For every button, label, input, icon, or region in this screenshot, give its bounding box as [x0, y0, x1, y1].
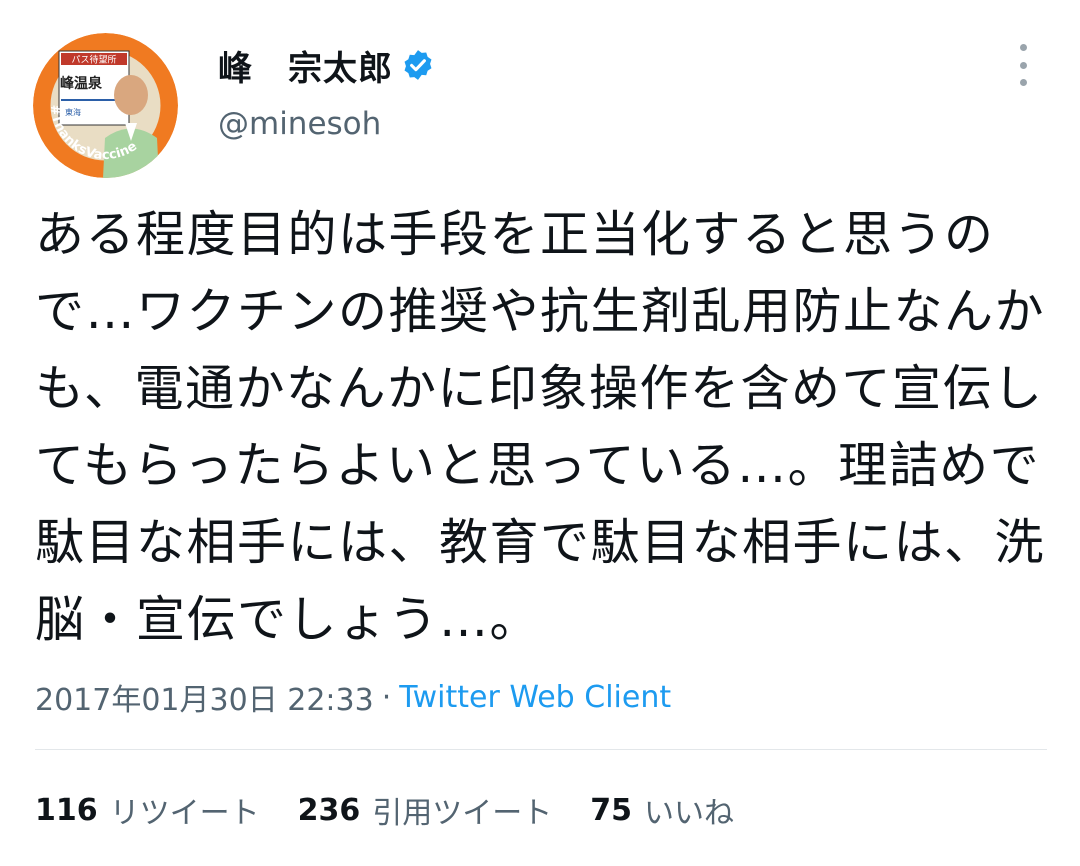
- tweet-client-link[interactable]: Twitter Web Client: [399, 680, 671, 715]
- quotes-count: 236: [297, 792, 361, 828]
- verified-badge-icon: [401, 48, 435, 82]
- tweet-timestamp[interactable]: 2017年01月30日 22:33: [35, 675, 374, 719]
- retweets-count: 116: [35, 792, 98, 828]
- name-row: 峰 宗太郎: [218, 40, 435, 90]
- meta-separator: ·: [381, 679, 392, 715]
- avatar-image: パス待望所 峰温泉 東海 #ThanksVaccine: [33, 33, 178, 178]
- quotes-stat[interactable]: 236 引用ツイート: [298, 788, 553, 832]
- tweet-text: ある程度目的は手段を正当化すると思うので…ワクチンの推奨や抗生剤乱用防止なんかも…: [35, 206, 1046, 648]
- retweets-stat[interactable]: 116 リツイート: [35, 788, 260, 832]
- user-handle[interactable]: @minesoh: [218, 106, 435, 142]
- more-options-icon[interactable]: [1008, 44, 1038, 86]
- quotes-label: 引用ツイート: [372, 796, 553, 831]
- avatar-sign-main: 峰温泉: [60, 75, 103, 92]
- author-block: 峰 宗太郎 @minesoh: [218, 40, 435, 142]
- avatar-sign-top: パス待望所: [71, 54, 116, 66]
- likes-stat[interactable]: 75 いいね: [590, 788, 734, 832]
- avatar-sign-station: 東海: [65, 107, 81, 117]
- tweet-stats: 116 リツイート 236 引用ツイート 75 いいね: [35, 788, 772, 832]
- tweet-meta: 2017年01月30日 22:33 · Twitter Web Client: [35, 675, 671, 719]
- likes-count: 75: [590, 792, 632, 828]
- divider: [35, 749, 1047, 750]
- tweet-card: パス待望所 峰温泉 東海 #ThanksVaccine 峰 宗太郎 @mines…: [0, 0, 1080, 866]
- likes-label: いいね: [644, 796, 734, 831]
- display-name[interactable]: 峰 宗太郎: [218, 41, 393, 90]
- avatar[interactable]: パス待望所 峰温泉 東海 #ThanksVaccine: [33, 33, 178, 178]
- retweets-label: リツイート: [109, 796, 260, 831]
